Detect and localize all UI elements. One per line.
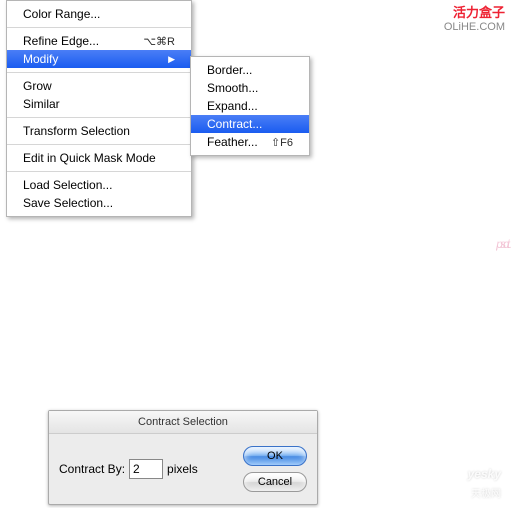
modify-submenu-item-border[interactable]: Border... (191, 61, 309, 79)
select-menu-item-save-selection[interactable]: Save Selection... (7, 194, 191, 212)
select-menu-dropdown: Color Range... Refine Edge... ⌥⌘R Modify ▶ Gr… (6, 0, 192, 217)
menu-item-label: Load Selection... (23, 178, 112, 192)
menu-item-label: Transform Selection (23, 124, 130, 138)
menu-shortcut: ⇧F6 (271, 136, 293, 149)
watermark-bottom: yesky 天极网 (468, 453, 501, 500)
menu-item-label: Grow (23, 79, 52, 93)
modify-submenu-item-smooth[interactable]: Smooth... (191, 79, 309, 97)
ok-button[interactable]: OK (243, 446, 307, 466)
select-menu-item-load-selection[interactable]: Load Selection... (7, 176, 191, 194)
menu-item-label: Smooth... (207, 81, 258, 95)
menu-item-label: Color Range... (23, 7, 100, 21)
modify-submenu-item-expand[interactable]: Expand... (191, 97, 309, 115)
menu-item-label: Save Selection... (23, 196, 113, 210)
menu-separator (7, 171, 191, 172)
select-menu-item-transform-selection[interactable]: Transform Selection (7, 122, 191, 140)
contract-selection-dialog: Contract Selection Contract By: pixels O… (48, 410, 318, 505)
modify-submenu: Border... Smooth... Expand... Contract... Fe… (190, 56, 310, 156)
select-menu-item-grow[interactable]: Grow (7, 77, 191, 95)
document-canvas-text: psdtut (496, 130, 511, 280)
menu-separator (7, 117, 191, 118)
menu-item-label: Modify (23, 52, 58, 66)
contract-by-input[interactable] (129, 459, 163, 479)
modify-submenu-item-feather[interactable]: Feather... ⇧F6 (191, 133, 309, 151)
modify-submenu-item-contract[interactable]: Contract... (191, 115, 309, 133)
menu-shortcut: ⌥⌘R (143, 35, 175, 48)
menu-item-label: Contract... (207, 117, 262, 131)
menu-item-label: Expand... (207, 99, 258, 113)
watermark-top: 活力盒子 OLiHE.COM (444, 2, 505, 33)
menu-separator (7, 27, 191, 28)
submenu-arrow-icon: ▶ (168, 54, 175, 65)
select-menu-item-refine-edge[interactable]: Refine Edge... ⌥⌘R (7, 32, 191, 50)
menu-separator (7, 72, 191, 73)
select-menu-item-edit-in-quick-mask-mode[interactable]: Edit in Quick Mask Mode (7, 149, 191, 167)
select-menu-item-modify[interactable]: Modify ▶ (7, 50, 191, 68)
cancel-button[interactable]: Cancel (243, 472, 307, 492)
menu-item-label: Similar (23, 97, 60, 111)
select-menu-item-similar[interactable]: Similar (7, 95, 191, 113)
menu-item-label: Border... (207, 63, 252, 77)
units-label: pixels (167, 462, 198, 476)
menu-item-label: Edit in Quick Mask Mode (23, 151, 156, 165)
menu-item-label: Feather... (207, 135, 258, 149)
menu-item-label: Refine Edge... (23, 34, 99, 48)
dialog-title: Contract Selection (49, 411, 317, 434)
select-menu-item-color-range[interactable]: Color Range... (7, 5, 191, 23)
menu-separator (7, 144, 191, 145)
contract-by-label: Contract By: (59, 462, 125, 476)
